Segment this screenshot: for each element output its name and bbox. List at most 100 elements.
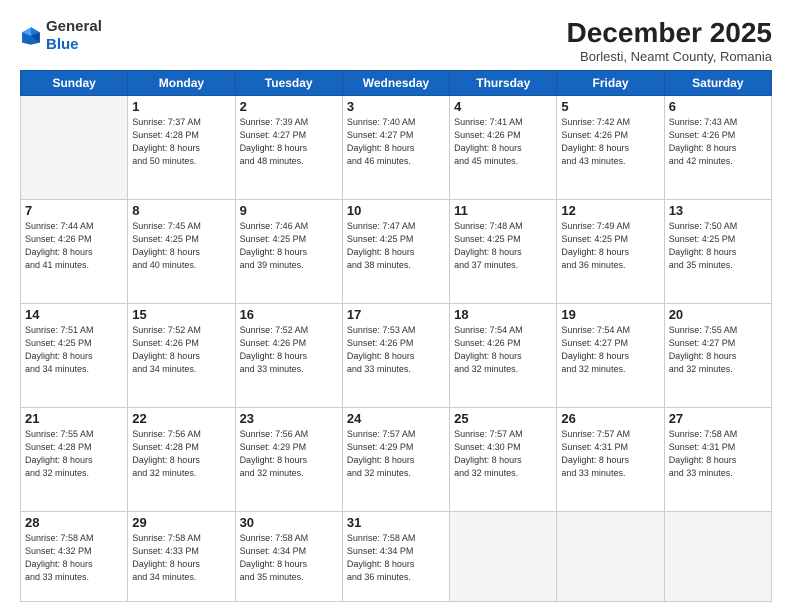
calendar-day-cell: 27 Sunrise: 7:58 AM Sunset: 4:31 PM Dayli…: [664, 407, 771, 511]
calendar-day-cell: 18 Sunrise: 7:54 AM Sunset: 4:26 PM Dayli…: [450, 303, 557, 407]
logo: General Blue: [20, 18, 102, 54]
day-number: 10: [347, 203, 445, 218]
day-number: 1: [132, 99, 230, 114]
day-info: Sunrise: 7:58 AM Sunset: 4:34 PM Dayligh…: [347, 532, 445, 584]
day-info: Sunrise: 7:52 AM Sunset: 4:26 PM Dayligh…: [132, 324, 230, 376]
calendar-day-cell: 31 Sunrise: 7:58 AM Sunset: 4:34 PM Dayli…: [342, 511, 449, 601]
calendar-day-cell: 16 Sunrise: 7:52 AM Sunset: 4:26 PM Dayli…: [235, 303, 342, 407]
page: General Blue December 2025 Borlesti, Nea…: [0, 0, 792, 612]
day-number: 19: [561, 307, 659, 322]
day-info: Sunrise: 7:39 AM Sunset: 4:27 PM Dayligh…: [240, 116, 338, 168]
calendar-day-cell: 28Sunrise: 7:58 AM Sunset: 4:32 PM Dayli…: [21, 511, 128, 601]
month-title: December 2025: [567, 18, 772, 49]
day-info: Sunrise: 7:50 AM Sunset: 4:25 PM Dayligh…: [669, 220, 767, 272]
calendar-day-cell: 6Sunrise: 7:43 AM Sunset: 4:26 PM Daylig…: [664, 95, 771, 199]
header: General Blue December 2025 Borlesti, Nea…: [20, 18, 772, 64]
day-number: 27: [669, 411, 767, 426]
day-number: 3: [347, 99, 445, 114]
day-info: Sunrise: 7:48 AM Sunset: 4:25 PM Dayligh…: [454, 220, 552, 272]
day-number: 18: [454, 307, 552, 322]
calendar-week-row: 14 Sunrise: 7:51 AM Sunset: 4:25 PM Dayli…: [21, 303, 772, 407]
day-number: 5: [561, 99, 659, 114]
calendar-day-cell: 21Sunrise: 7:55 AM Sunset: 4:28 PM Dayli…: [21, 407, 128, 511]
day-number: 9: [240, 203, 338, 218]
calendar-day-cell: [664, 511, 771, 601]
day-info: Sunrise: 7:45 AM Sunset: 4:25 PM Dayligh…: [132, 220, 230, 272]
day-info: Sunrise: 7:44 AM Sunset: 4:26 PM Dayligh…: [25, 220, 123, 272]
calendar-day-cell: 30Sunrise: 7:58 AM Sunset: 4:34 PM Dayli…: [235, 511, 342, 601]
calendar-day-cell: 25 Sunrise: 7:57 AM Sunset: 4:30 PM Dayli…: [450, 407, 557, 511]
day-number: 24: [347, 411, 445, 426]
day-info: Sunrise: 7:58 AM Sunset: 4:33 PM Dayligh…: [132, 532, 230, 584]
calendar-table: SundayMondayTuesdayWednesdayThursdayFrid…: [20, 70, 772, 602]
calendar-day-cell: 19Sunrise: 7:54 AM Sunset: 4:27 PM Dayli…: [557, 303, 664, 407]
calendar-day-header: Sunday: [21, 70, 128, 95]
day-number: 2: [240, 99, 338, 114]
day-info: Sunrise: 7:51 AM Sunset: 4:25 PM Dayligh…: [25, 324, 123, 376]
calendar-day-cell: 23 Sunrise: 7:56 AM Sunset: 4:29 PM Dayli…: [235, 407, 342, 511]
calendar-day-cell: 13 Sunrise: 7:50 AM Sunset: 4:25 PM Dayli…: [664, 199, 771, 303]
day-info: Sunrise: 7:56 AM Sunset: 4:29 PM Dayligh…: [240, 428, 338, 480]
calendar-day-cell: 24 Sunrise: 7:57 AM Sunset: 4:29 PM Dayli…: [342, 407, 449, 511]
calendar-day-cell: 1Sunrise: 7:37 AM Sunset: 4:28 PM Daylig…: [128, 95, 235, 199]
day-number: 11: [454, 203, 552, 218]
day-info: Sunrise: 7:56 AM Sunset: 4:28 PM Dayligh…: [132, 428, 230, 480]
day-info: Sunrise: 7:57 AM Sunset: 4:31 PM Dayligh…: [561, 428, 659, 480]
calendar-header-row: SundayMondayTuesdayWednesdayThursdayFrid…: [21, 70, 772, 95]
calendar-day-cell: [557, 511, 664, 601]
day-info: Sunrise: 7:57 AM Sunset: 4:30 PM Dayligh…: [454, 428, 552, 480]
calendar-day-cell: 20Sunrise: 7:55 AM Sunset: 4:27 PM Dayli…: [664, 303, 771, 407]
day-number: 30: [240, 515, 338, 530]
logo-blue-text: Blue: [46, 36, 79, 53]
calendar-day-cell: 2 Sunrise: 7:39 AM Sunset: 4:27 PM Daylig…: [235, 95, 342, 199]
calendar-day-cell: 4 Sunrise: 7:41 AM Sunset: 4:26 PM Daylig…: [450, 95, 557, 199]
calendar-day-header: Wednesday: [342, 70, 449, 95]
day-number: 25: [454, 411, 552, 426]
calendar-day-cell: [450, 511, 557, 601]
day-info: Sunrise: 7:41 AM Sunset: 4:26 PM Dayligh…: [454, 116, 552, 168]
day-info: Sunrise: 7:40 AM Sunset: 4:27 PM Dayligh…: [347, 116, 445, 168]
day-info: Sunrise: 7:49 AM Sunset: 4:25 PM Dayligh…: [561, 220, 659, 272]
day-number: 6: [669, 99, 767, 114]
day-number: 4: [454, 99, 552, 114]
day-info: Sunrise: 7:47 AM Sunset: 4:25 PM Dayligh…: [347, 220, 445, 272]
calendar-day-cell: 26 Sunrise: 7:57 AM Sunset: 4:31 PM Dayli…: [557, 407, 664, 511]
location: Borlesti, Neamt County, Romania: [567, 49, 772, 64]
day-info: Sunrise: 7:58 AM Sunset: 4:31 PM Dayligh…: [669, 428, 767, 480]
day-info: Sunrise: 7:57 AM Sunset: 4:29 PM Dayligh…: [347, 428, 445, 480]
calendar-day-header: Saturday: [664, 70, 771, 95]
day-number: 13: [669, 203, 767, 218]
calendar-day-cell: 17Sunrise: 7:53 AM Sunset: 4:26 PM Dayli…: [342, 303, 449, 407]
day-number: 15: [132, 307, 230, 322]
calendar-week-row: 21Sunrise: 7:55 AM Sunset: 4:28 PM Dayli…: [21, 407, 772, 511]
calendar-day-cell: 22Sunrise: 7:56 AM Sunset: 4:28 PM Dayli…: [128, 407, 235, 511]
calendar-day-cell: 7 Sunrise: 7:44 AM Sunset: 4:26 PM Daylig…: [21, 199, 128, 303]
day-info: Sunrise: 7:58 AM Sunset: 4:32 PM Dayligh…: [25, 532, 123, 584]
calendar-day-cell: 3 Sunrise: 7:40 AM Sunset: 4:27 PM Daylig…: [342, 95, 449, 199]
logo-text: General Blue: [46, 18, 102, 54]
day-number: 23: [240, 411, 338, 426]
logo-general-text: General: [46, 18, 102, 35]
logo-icon: [20, 25, 42, 47]
calendar-day-cell: 11 Sunrise: 7:48 AM Sunset: 4:25 PM Dayli…: [450, 199, 557, 303]
calendar-week-row: 28Sunrise: 7:58 AM Sunset: 4:32 PM Dayli…: [21, 511, 772, 601]
calendar-day-header: Monday: [128, 70, 235, 95]
calendar-day-header: Friday: [557, 70, 664, 95]
day-number: 14: [25, 307, 123, 322]
day-number: 29: [132, 515, 230, 530]
day-info: Sunrise: 7:52 AM Sunset: 4:26 PM Dayligh…: [240, 324, 338, 376]
calendar-day-cell: 9Sunrise: 7:46 AM Sunset: 4:25 PM Daylig…: [235, 199, 342, 303]
day-info: Sunrise: 7:53 AM Sunset: 4:26 PM Dayligh…: [347, 324, 445, 376]
day-number: 26: [561, 411, 659, 426]
calendar-day-cell: 5Sunrise: 7:42 AM Sunset: 4:26 PM Daylig…: [557, 95, 664, 199]
day-number: 21: [25, 411, 123, 426]
day-number: 16: [240, 307, 338, 322]
calendar-day-header: Thursday: [450, 70, 557, 95]
calendar-day-cell: 10 Sunrise: 7:47 AM Sunset: 4:25 PM Dayli…: [342, 199, 449, 303]
day-info: Sunrise: 7:55 AM Sunset: 4:27 PM Dayligh…: [669, 324, 767, 376]
day-info: Sunrise: 7:54 AM Sunset: 4:26 PM Dayligh…: [454, 324, 552, 376]
calendar-day-header: Tuesday: [235, 70, 342, 95]
calendar-day-cell: 15 Sunrise: 7:52 AM Sunset: 4:26 PM Dayli…: [128, 303, 235, 407]
day-number: 7: [25, 203, 123, 218]
day-number: 31: [347, 515, 445, 530]
